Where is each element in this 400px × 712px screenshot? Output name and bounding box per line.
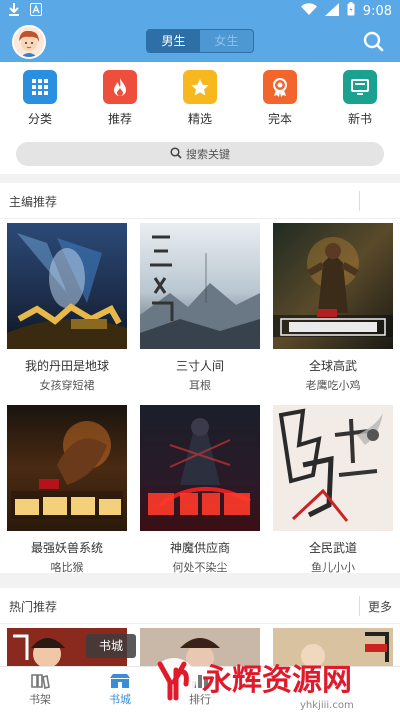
book-cover: [140, 405, 260, 531]
editor-recommend-section: 主编推荐 我的丹田是地球 女孩穿短裙 三寸人间 耳根 全球高武 老鹰吃小鸡 最强…: [0, 183, 400, 575]
battery-icon: [347, 2, 355, 20]
search-area: 搜索关键: [0, 136, 400, 174]
section-title: 热门推荐: [9, 600, 58, 614]
store-icon: [90, 671, 150, 691]
book-cover: [273, 223, 393, 349]
status-time: 9:08: [362, 3, 392, 19]
app-notification-icon: [30, 2, 42, 20]
tab-label: 书架: [29, 693, 51, 706]
book-title: 三寸人间: [175, 359, 224, 373]
tab-label: 书城: [109, 693, 131, 706]
book-card[interactable]: 神魔供应商 何处不染尘: [140, 405, 260, 575]
section-title: 主编推荐: [9, 195, 58, 209]
search-small-icon: [170, 146, 182, 162]
book-title: 最强妖兽系统: [30, 541, 103, 555]
search-icon[interactable]: [360, 28, 388, 56]
book-title: 神魔供应商: [169, 541, 230, 555]
book-card[interactable]: 我的丹田是地球 女孩穿短裙: [7, 223, 127, 393]
watermark-logo: 永辉资源网 yhkjiii.com: [150, 650, 390, 712]
book-card[interactable]: 三寸人间 耳根: [140, 223, 260, 393]
book-cover: [273, 405, 393, 531]
wifi-icon: [300, 3, 317, 19]
flame-icon: [103, 70, 137, 104]
download-icon: [8, 2, 20, 20]
category-row: 分类 推荐 精选 完本 新书: [0, 62, 400, 136]
search-placeholder: 搜索关键: [186, 148, 230, 161]
book-cover: [140, 223, 260, 349]
signal-icon: [324, 2, 339, 20]
monitor-icon: [343, 70, 377, 104]
search-input[interactable]: 搜索关键: [16, 142, 384, 166]
book-author: 何处不染尘: [172, 561, 228, 574]
section-header: 热门推荐 更多: [0, 588, 400, 624]
tab-bookstore[interactable]: 书城: [90, 671, 150, 707]
book-title: 全球高武: [308, 359, 357, 373]
medal-icon: [263, 70, 297, 104]
book-author: 鱼儿小小: [311, 561, 355, 574]
category-finished[interactable]: 完本: [255, 70, 305, 127]
section-divider: [359, 191, 360, 211]
category-classify[interactable]: 分类: [15, 70, 65, 127]
section-divider: [359, 596, 360, 616]
gender-toggle: 男生 女生: [146, 29, 254, 53]
tab-bookshelf[interactable]: 书架: [10, 671, 70, 707]
category-label: 新书: [347, 112, 372, 126]
tab-female[interactable]: 女生: [200, 30, 253, 52]
book-cover: [7, 405, 127, 531]
category-label: 完本: [267, 112, 292, 126]
category-recommend[interactable]: 推荐: [95, 70, 145, 127]
section-header: 主编推荐: [0, 183, 400, 219]
book-author: 老鹰吃小鸡: [305, 379, 361, 392]
book-author: 耳根: [189, 379, 211, 392]
grid-icon: [23, 70, 57, 104]
category-new[interactable]: 新书: [335, 70, 385, 127]
tab-tooltip: 书城: [86, 634, 136, 658]
book-cover: [7, 223, 127, 349]
user-avatar[interactable]: [12, 25, 46, 59]
category-label: 精选: [187, 112, 212, 126]
status-bar: 9:08: [0, 0, 400, 22]
category-featured[interactable]: 精选: [175, 70, 225, 127]
category-label: 推荐: [107, 112, 132, 126]
book-author: 女孩穿短裙: [39, 379, 95, 392]
category-label: 分类: [27, 112, 52, 126]
watermark-sub: yhkjiii.com: [300, 700, 354, 711]
more-link[interactable]: 更多: [368, 598, 392, 615]
book-title: 全民武道: [308, 541, 357, 555]
book-card[interactable]: 全球高武 老鹰吃小鸡: [273, 223, 393, 393]
book-title: 我的丹田是地球: [24, 359, 109, 373]
bookshelf-icon: [10, 671, 70, 691]
star-icon: [183, 70, 217, 104]
book-card[interactable]: 全民武道 鱼儿小小: [273, 405, 393, 575]
book-author: 咯比猴: [50, 561, 84, 574]
book-card[interactable]: 最强妖兽系统 咯比猴: [7, 405, 127, 575]
app-header: 男生 女生: [0, 22, 400, 62]
tab-male[interactable]: 男生: [147, 30, 200, 52]
watermark-text: 永辉资源网: [202, 663, 352, 698]
